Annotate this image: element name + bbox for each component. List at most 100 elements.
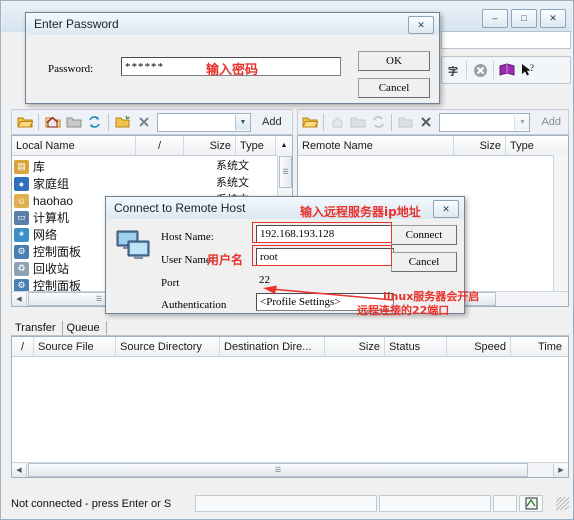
user-name-label: User Name: xyxy=(161,254,214,266)
column-local-sort[interactable]: / xyxy=(136,136,184,155)
status-message: Not connected - press Enter or S xyxy=(11,497,172,510)
column-local-type[interactable]: Type xyxy=(236,136,276,155)
status-cell-3 xyxy=(493,495,517,512)
connect-dialog-close-button[interactable]: ✕ xyxy=(433,200,459,218)
password-cancel-button[interactable]: Cancel xyxy=(358,78,430,98)
transfer-horizontal-scrollbar[interactable]: ◀ ☰ ▶ xyxy=(12,462,568,477)
up-folder-icon[interactable] xyxy=(63,112,84,133)
resize-grip[interactable] xyxy=(556,497,569,510)
toolbar-separator xyxy=(108,113,109,131)
column-source-directory[interactable]: Source Directory xyxy=(116,337,220,356)
connect-cancel-button[interactable]: Cancel xyxy=(391,252,457,272)
connect-button[interactable]: Connect xyxy=(391,225,457,245)
scroll-left-icon[interactable]: ◀ xyxy=(12,292,27,306)
list-item-label: haohao xyxy=(33,193,74,208)
chevron-down-icon[interactable]: ▼ xyxy=(514,114,530,130)
close-button[interactable]: ✕ xyxy=(540,9,566,28)
toolbar-separator xyxy=(323,113,325,131)
list-item-label: 库 xyxy=(33,160,46,174)
password-dialog-title-bar: Enter Password ✕ xyxy=(26,13,439,35)
font-icon[interactable]: 字 xyxy=(442,59,464,81)
toolbar-separator xyxy=(391,113,393,131)
close-icon: ✕ xyxy=(442,203,450,214)
new-folder-icon[interactable] xyxy=(112,112,133,133)
chevron-down-icon[interactable]: ▼ xyxy=(235,114,250,130)
column-source-file[interactable]: Source File xyxy=(34,337,116,356)
status-bar: Not connected - press Enter or S xyxy=(7,494,569,513)
transfer-rows[interactable] xyxy=(12,357,568,461)
remote-pane-vertical-scrollbar[interactable] xyxy=(553,155,568,306)
maximize-icon: □ xyxy=(521,13,527,23)
column-remote-name[interactable]: Remote Name xyxy=(298,136,454,155)
remote-computers-icon xyxy=(116,229,152,264)
home-folder-icon[interactable] xyxy=(42,112,63,133)
list-item-label: 控制面板 xyxy=(33,245,82,259)
refresh-icon[interactable] xyxy=(368,112,388,133)
open-folder-icon[interactable] xyxy=(300,112,320,133)
column-remote-size[interactable]: Size xyxy=(454,136,506,155)
column-remote-type[interactable]: Type xyxy=(506,136,552,155)
minimize-button[interactable]: – xyxy=(482,9,508,28)
delete-icon[interactable] xyxy=(416,112,436,133)
user-name-value: root xyxy=(260,251,278,263)
list-item-label: 回收站 xyxy=(33,262,70,276)
host-name-input[interactable]: 192.168.193.128 xyxy=(256,225,394,243)
local-add-button[interactable]: Add xyxy=(257,116,287,128)
user-name-input[interactable]: root xyxy=(256,248,394,266)
column-speed[interactable]: Speed xyxy=(447,337,511,356)
transfer-panel[interactable]: / Source File Source Directory Destinati… xyxy=(11,336,569,478)
toolbar-separator xyxy=(38,113,39,131)
delete-icon[interactable] xyxy=(133,112,154,133)
column-destination-directory[interactable]: Destination Dire... xyxy=(220,337,325,356)
password-dialog-title: Enter Password xyxy=(34,17,119,31)
refresh-icon[interactable] xyxy=(84,112,105,133)
connect-dialog-title: Connect to Remote Host xyxy=(114,201,246,215)
window-controls: – □ ✕ xyxy=(482,9,566,28)
password-input-value: ****** xyxy=(125,60,164,73)
list-item-label: 网络 xyxy=(33,228,58,242)
tab-transfer[interactable]: Transfer xyxy=(11,321,63,335)
local-path-combo[interactable]: ▼ xyxy=(157,112,251,132)
up-folder-icon[interactable] xyxy=(348,112,368,133)
enter-password-dialog: Enter Password ✕ Password: ****** 输入密码 O… xyxy=(25,12,440,104)
column-size[interactable]: Size xyxy=(325,337,385,356)
remote-path-combo[interactable]: ▼ xyxy=(439,112,531,132)
new-folder-icon[interactable] xyxy=(395,112,415,133)
user-folder-icon: ☺ xyxy=(14,193,29,208)
password-annotation: 输入密码 xyxy=(206,63,259,78)
password-dialog-close-button[interactable]: ✕ xyxy=(408,16,434,34)
transfer-tab-bar: Transfer Queue xyxy=(11,319,569,336)
homegroup-icon: ● xyxy=(14,176,29,191)
main-toolbar-right-group: 字 ? xyxy=(441,56,571,84)
scrollbar-thumb[interactable]: ☰ xyxy=(28,463,528,477)
stop-icon[interactable] xyxy=(469,59,491,81)
maximize-button[interactable]: □ xyxy=(511,9,537,28)
status-cell-1 xyxy=(195,495,377,512)
user-annotation: 用户名 xyxy=(207,253,244,267)
remote-column-headers: Remote Name Size Type xyxy=(298,136,568,156)
remote-add-button[interactable]: Add xyxy=(536,116,566,128)
home-folder-icon[interactable] xyxy=(327,112,347,133)
svg-text:?: ? xyxy=(530,63,534,73)
scroll-left-icon[interactable]: ◀ xyxy=(12,463,27,477)
scrollbar-thumb[interactable]: ☰ xyxy=(279,156,292,188)
toolbar-separator xyxy=(493,61,494,79)
password-ok-button[interactable]: OK xyxy=(358,51,430,71)
host-name-value: 192.168.193.128 xyxy=(260,228,335,240)
list-item-type: 系统文 xyxy=(216,177,249,189)
column-local-sort-arrow-icon[interactable]: ▲ xyxy=(276,136,292,155)
network-icon: ✶ xyxy=(14,227,29,242)
address-bar[interactable] xyxy=(441,31,571,49)
column-local-name[interactable]: Local Name xyxy=(12,136,136,155)
scroll-right-icon[interactable]: ▶ xyxy=(553,463,568,477)
tab-queue[interactable]: Queue xyxy=(63,321,107,335)
open-folder-icon[interactable] xyxy=(14,112,35,133)
column-transfer-sort[interactable]: / xyxy=(12,337,34,356)
book-icon[interactable] xyxy=(496,59,518,81)
column-time[interactable]: Time xyxy=(511,337,566,356)
help-arrow-icon[interactable]: ? xyxy=(518,59,540,81)
column-status[interactable]: Status xyxy=(385,337,447,356)
transfer-column-headers: / Source File Source Directory Destinati… xyxy=(12,337,568,357)
port-label: Port xyxy=(161,277,180,289)
column-local-size[interactable]: Size xyxy=(184,136,236,155)
